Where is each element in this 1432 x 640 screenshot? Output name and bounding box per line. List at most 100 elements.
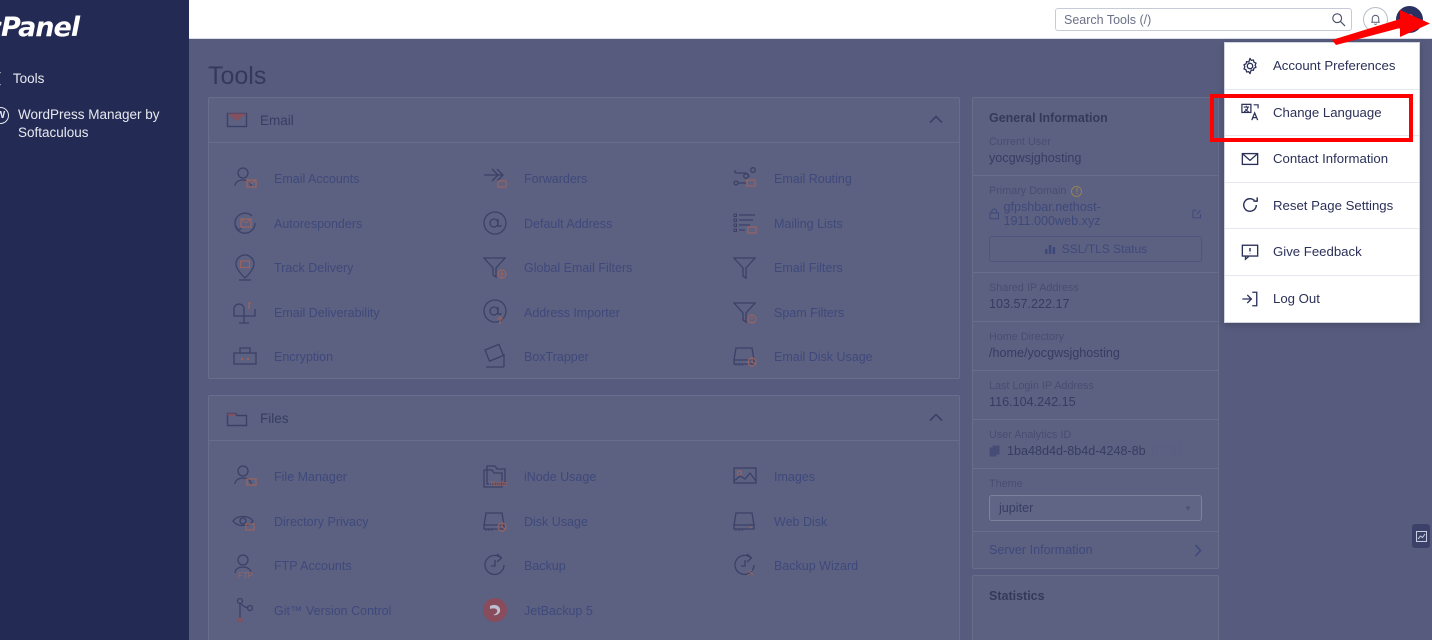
- track-delivery-icon: [235, 254, 255, 281]
- primary-domain-label: Primary Domain !: [989, 185, 1202, 197]
- menu-item-give-feedback[interactable]: Give Feedback: [1225, 229, 1419, 276]
- ftp-accounts-icon: FTP: [234, 554, 253, 580]
- tool-label: Disk Usage: [524, 514, 588, 529]
- chevron-left-icon: ❮: [0, 70, 3, 86]
- pointer-arrow: [1332, 10, 1430, 45]
- tool-email-filters[interactable]: Email Filters: [709, 246, 959, 291]
- menu-item-reset-page-settings[interactable]: Reset Page Settings: [1225, 183, 1419, 229]
- tool-label: Git™ Version Control: [274, 603, 392, 618]
- svg-text:iNode: iNode: [489, 481, 507, 488]
- tool-label: Email Accounts: [274, 172, 360, 187]
- logout-icon: [1242, 291, 1258, 307]
- tool-git-version-control[interactable]: Git™ Version Control: [209, 589, 459, 634]
- tool-label: Backup: [524, 559, 566, 574]
- section-header-files[interactable]: Files: [209, 396, 959, 441]
- tool-email-accounts[interactable]: Email Accounts: [209, 157, 459, 202]
- tool-email-disk-usage[interactable]: Email Disk Usage: [709, 335, 959, 380]
- copy-icon[interactable]: [989, 445, 1001, 458]
- tool-label: Email Deliverability: [274, 305, 380, 320]
- analytics-label: User Analytics ID: [989, 429, 1072, 441]
- tool-file-manager[interactable]: File Manager: [209, 455, 459, 500]
- primary-domain-value[interactable]: gfpshbar.nethost-1911.000web.xyz: [989, 200, 1202, 228]
- tool-email-deliverability[interactable]: Email Deliverability: [209, 291, 459, 336]
- tool-directory-privacy[interactable]: Directory Privacy: [209, 500, 459, 545]
- tool-backup[interactable]: Backup: [459, 544, 709, 589]
- info-row-theme: Theme jupiter ▼: [973, 468, 1218, 531]
- tool-label: Directory Privacy: [274, 514, 369, 529]
- encryption-icon: [233, 347, 257, 365]
- tool-images[interactable]: Images: [709, 455, 959, 500]
- menu-item-label: Account Preferences: [1273, 58, 1396, 74]
- info-row-shared-ip: Shared IP Address 103.57.222.17: [973, 272, 1218, 321]
- email-accounts-icon: [234, 167, 257, 188]
- email-filters-icon: [732, 257, 757, 280]
- tool-label: Default Address: [524, 216, 613, 231]
- tool-label: iNode Usage: [524, 470, 597, 485]
- tool-label: Forwarders: [524, 172, 588, 187]
- section-header-email[interactable]: Email: [209, 98, 959, 143]
- shared-ip-value: 103.57.222.17: [989, 297, 1070, 311]
- tool-disk-usage[interactable]: Disk Usage: [459, 500, 709, 545]
- menu-item-log-out[interactable]: Log Out: [1225, 276, 1419, 323]
- menu-item-contact-information[interactable]: Contact Information: [1225, 136, 1419, 183]
- tool-spam-filters[interactable]: Spam Filters: [709, 291, 959, 336]
- tool-email-routing[interactable]: Email Routing: [709, 157, 959, 202]
- tool-label: JetBackup 5: [524, 603, 593, 618]
- tool-label: Track Delivery: [274, 261, 354, 276]
- analytics-value-faded: 07-81...: [1151, 444, 1195, 458]
- sidebar-item-wordpress-manager[interactable]: W WordPress Manager by Softaculous: [0, 106, 188, 142]
- tool-label: FTP Accounts: [274, 559, 352, 574]
- search-input[interactable]: [1055, 8, 1352, 31]
- tool-label: Address Importer: [524, 305, 620, 320]
- feedback-icon: [1241, 244, 1259, 261]
- chevron-down-icon: ▼: [1184, 503, 1192, 513]
- translate-icon: [1241, 103, 1259, 121]
- tool-track-delivery[interactable]: Track Delivery: [209, 246, 459, 291]
- tool-label: Global Email Filters: [524, 261, 633, 276]
- images-icon: [733, 467, 757, 484]
- tool-empty-slot: [709, 589, 959, 634]
- tool-mailing-lists[interactable]: Mailing Lists: [709, 202, 959, 247]
- tool-grid-files: File Manager iNode iNode Usage Images Di…: [209, 441, 959, 640]
- mailing-lists-icon: [733, 213, 757, 234]
- sidebar-item-label-tools: Tools: [12, 70, 45, 86]
- theme-select[interactable]: jupiter ▼: [989, 495, 1202, 521]
- analytics-value: 1ba48d4d-8b4d-4248-8b: [1007, 444, 1146, 458]
- statistics-title: Statistics: [989, 589, 1045, 603]
- side-widget-tab[interactable]: [1412, 524, 1430, 548]
- email-routing-icon: [733, 167, 756, 187]
- default-address-icon: [483, 211, 507, 235]
- tool-encryption[interactable]: Encryption: [209, 335, 459, 380]
- menu-item-account-preferences[interactable]: Account Preferences: [1225, 43, 1419, 90]
- info-row-user-analytics-id: User Analytics ID 1ba48d4d-8b4d-4248-8b …: [973, 419, 1218, 468]
- tool-label: Backup Wizard: [774, 559, 859, 574]
- envelope-icon: [1241, 152, 1259, 165]
- tool-address-importer[interactable]: Address Importer: [459, 291, 709, 336]
- tool-forwarders[interactable]: Forwarders: [459, 157, 709, 202]
- chevron-up-icon[interactable]: [929, 115, 943, 124]
- tool-default-address[interactable]: Default Address: [459, 202, 709, 247]
- tool-backup-wizard[interactable]: Backup Wizard: [709, 544, 959, 589]
- chart-widget-icon: [1415, 530, 1427, 542]
- server-information-link[interactable]: Server Information: [973, 531, 1218, 568]
- tool-global-email-filters[interactable]: Global Email Filters: [459, 246, 709, 291]
- theme-label: Theme: [989, 478, 1023, 490]
- tool-ftp-accounts[interactable]: FTP FTP Accounts: [209, 544, 459, 589]
- ssl-tls-status-button[interactable]: SSL/TLS Status: [989, 236, 1202, 262]
- envelope-icon: [226, 112, 248, 128]
- general-information-title: General Information: [989, 111, 1108, 125]
- sidebar-item-tools[interactable]: ❮ Tools: [0, 70, 44, 86]
- boxtrapper-icon: [484, 343, 505, 368]
- tool-label: BoxTrapper: [524, 350, 589, 365]
- backup-wizard-icon: [734, 553, 755, 576]
- top-bar: [189, 0, 1432, 39]
- tool-jetbackup-5[interactable]: JetBackup 5: [459, 589, 709, 634]
- chevron-up-icon[interactable]: [929, 413, 943, 422]
- tool-autoresponders[interactable]: Autoresponders: [209, 202, 459, 247]
- warning-icon[interactable]: !: [1071, 185, 1083, 197]
- tool-boxtrapper[interactable]: BoxTrapper: [459, 335, 709, 380]
- menu-item-change-language[interactable]: Change Language: [1225, 90, 1419, 136]
- tool-web-disk[interactable]: Web Disk: [709, 500, 959, 545]
- tool-inode-usage[interactable]: iNode iNode Usage: [459, 455, 709, 500]
- primary-domain-text: gfpshbar.nethost-1911.000web.xyz: [1003, 200, 1101, 228]
